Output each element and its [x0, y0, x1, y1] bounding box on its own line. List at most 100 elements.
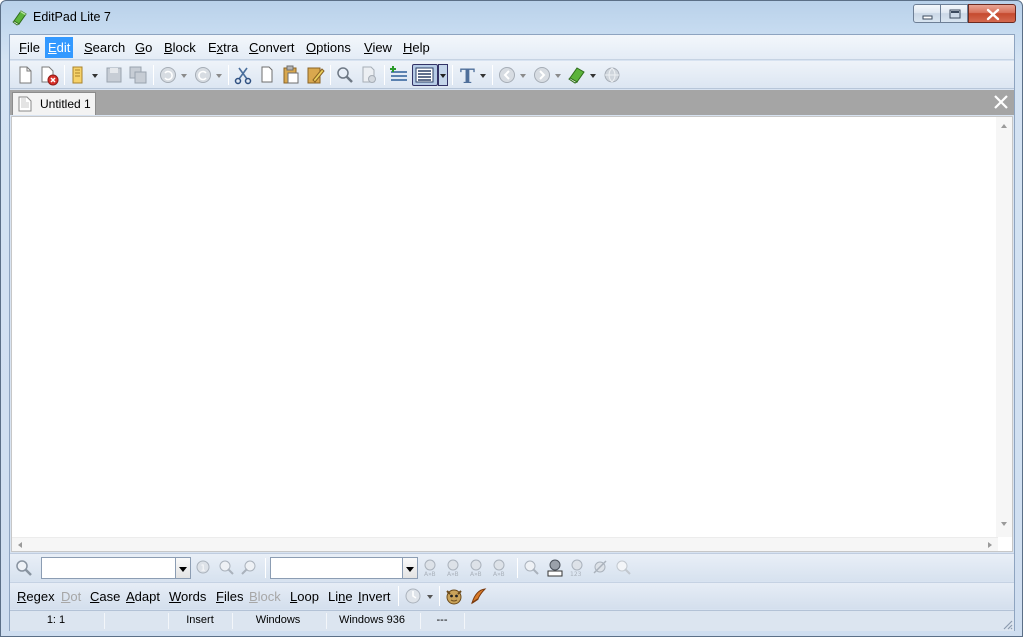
- history-dropdown[interactable]: [425, 585, 435, 607]
- document-icon: [18, 96, 32, 112]
- word-wrap-dropdown[interactable]: [438, 64, 448, 86]
- search-icon[interactable]: [14, 558, 34, 578]
- cut-button[interactable]: [232, 64, 254, 86]
- save-all-button[interactable]: [127, 64, 149, 86]
- new-file-button[interactable]: [14, 64, 36, 86]
- status-line-breaks[interactable]: Windows: [234, 614, 322, 626]
- count-icon[interactable]: 123: [568, 558, 588, 578]
- minimize-icon: [922, 15, 933, 20]
- menu-extra[interactable]: Extra: [205, 37, 241, 58]
- replace-previous-icon[interactable]: A»B: [467, 558, 487, 578]
- app-window: EditPad Lite 7 File Edit Search Go Block: [0, 0, 1023, 637]
- undo-button[interactable]: [157, 64, 179, 86]
- option-files[interactable]: Files: [216, 589, 243, 604]
- scroll-left-icon[interactable]: [15, 540, 25, 550]
- option-loop[interactable]: Loop: [290, 589, 319, 604]
- undo-dropdown[interactable]: [179, 64, 189, 86]
- filter-icon[interactable]: [591, 558, 611, 578]
- regexbuddy-icon[interactable]: [444, 586, 464, 606]
- option-dot[interactable]: Dot: [61, 589, 81, 604]
- replace-icon[interactable]: A»B: [421, 558, 441, 578]
- replace-all-icon[interactable]: A»B: [490, 558, 510, 578]
- title-bar[interactable]: EditPad Lite 7: [1, 1, 1022, 33]
- close-window-button[interactable]: [968, 4, 1016, 23]
- replace-next-icon[interactable]: A»B: [444, 558, 464, 578]
- word-wrap-icon: [415, 67, 434, 83]
- option-regex[interactable]: Regex: [17, 589, 55, 604]
- horizontal-scrollbar[interactable]: [12, 537, 998, 551]
- option-block[interactable]: Block: [249, 589, 281, 604]
- menu-options[interactable]: Options: [303, 37, 354, 58]
- menu-convert[interactable]: Convert: [246, 37, 298, 58]
- app-icon: [12, 10, 27, 26]
- forward-dropdown[interactable]: [553, 64, 563, 86]
- back-dropdown[interactable]: [518, 64, 528, 86]
- menu-view[interactable]: View: [361, 37, 395, 58]
- option-line[interactable]: Line: [328, 589, 353, 604]
- vertical-scrollbar[interactable]: [996, 117, 1012, 537]
- redo-dropdown[interactable]: [214, 64, 224, 86]
- menu-block[interactable]: Block: [161, 37, 199, 58]
- save-button[interactable]: [103, 64, 125, 86]
- insert-line-button[interactable]: [388, 64, 410, 86]
- search-history-dropdown[interactable]: [175, 558, 190, 578]
- undo-icon: [160, 67, 176, 83]
- fold-icon[interactable]: [545, 558, 565, 578]
- option-adapt[interactable]: Adapt: [126, 589, 160, 604]
- forward-button[interactable]: [531, 64, 553, 86]
- menu-go[interactable]: Go: [132, 37, 155, 58]
- text-editor[interactable]: [11, 116, 1013, 552]
- status-encoding[interactable]: Windows 936: [328, 614, 416, 626]
- find-next-icon[interactable]: [217, 558, 237, 578]
- open-file-dropdown[interactable]: [90, 64, 100, 86]
- font-dropdown[interactable]: [478, 64, 488, 86]
- close-tab-icon[interactable]: [992, 93, 1010, 111]
- menu-search[interactable]: Search: [81, 37, 128, 58]
- option-case[interactable]: Case: [90, 589, 120, 604]
- history-icon[interactable]: [403, 586, 423, 606]
- search-input[interactable]: [41, 557, 191, 579]
- status-mode[interactable]: Insert: [170, 614, 230, 626]
- menu-edit[interactable]: Edit: [45, 37, 74, 58]
- resize-grip-icon[interactable]: [1001, 618, 1013, 630]
- find-button[interactable]: [334, 64, 356, 86]
- scroll-up-icon[interactable]: [999, 121, 1009, 131]
- regexmagic-icon[interactable]: [468, 586, 488, 606]
- web-icon: [604, 67, 620, 83]
- svg-text:A»B: A»B: [447, 571, 459, 578]
- open-file-button[interactable]: [68, 64, 90, 86]
- option-invert[interactable]: Invert: [358, 589, 391, 604]
- redo-icon: [195, 67, 211, 83]
- eraser-button[interactable]: [566, 64, 588, 86]
- option-words[interactable]: Words: [169, 589, 206, 604]
- replace-input[interactable]: [270, 557, 418, 579]
- scroll-right-icon[interactable]: [985, 540, 995, 550]
- print-button[interactable]: [358, 64, 380, 86]
- save-icon: [106, 67, 122, 83]
- maximize-button[interactable]: [940, 4, 968, 23]
- menu-file[interactable]: File: [16, 37, 43, 58]
- find-previous-icon[interactable]: [240, 558, 260, 578]
- highlight-icon[interactable]: [522, 558, 542, 578]
- font-button[interactable]: T: [456, 64, 478, 86]
- menu-help[interactable]: Help: [400, 37, 433, 58]
- minimize-button[interactable]: [913, 4, 941, 23]
- close-file-button[interactable]: [38, 64, 60, 86]
- web-button[interactable]: [601, 64, 623, 86]
- svg-text:T: T: [460, 64, 475, 86]
- find-first-icon[interactable]: 1: [194, 558, 214, 578]
- word-wrap-button[interactable]: [412, 64, 438, 86]
- scroll-down-icon[interactable]: [999, 519, 1009, 529]
- tab-untitled-1[interactable]: Untitled 1: [12, 92, 96, 115]
- replace-history-dropdown[interactable]: [402, 558, 417, 578]
- chevron-down-icon: [590, 74, 596, 78]
- chevron-down-icon: [406, 567, 414, 572]
- redo-button[interactable]: [192, 64, 214, 86]
- copy-button[interactable]: [256, 64, 278, 86]
- clipboard-edit-button[interactable]: [304, 64, 326, 86]
- print-icon: [362, 66, 376, 83]
- search-files-icon[interactable]: [614, 558, 634, 578]
- paste-button[interactable]: [280, 64, 302, 86]
- eraser-dropdown[interactable]: [588, 64, 598, 86]
- back-button[interactable]: [496, 64, 518, 86]
